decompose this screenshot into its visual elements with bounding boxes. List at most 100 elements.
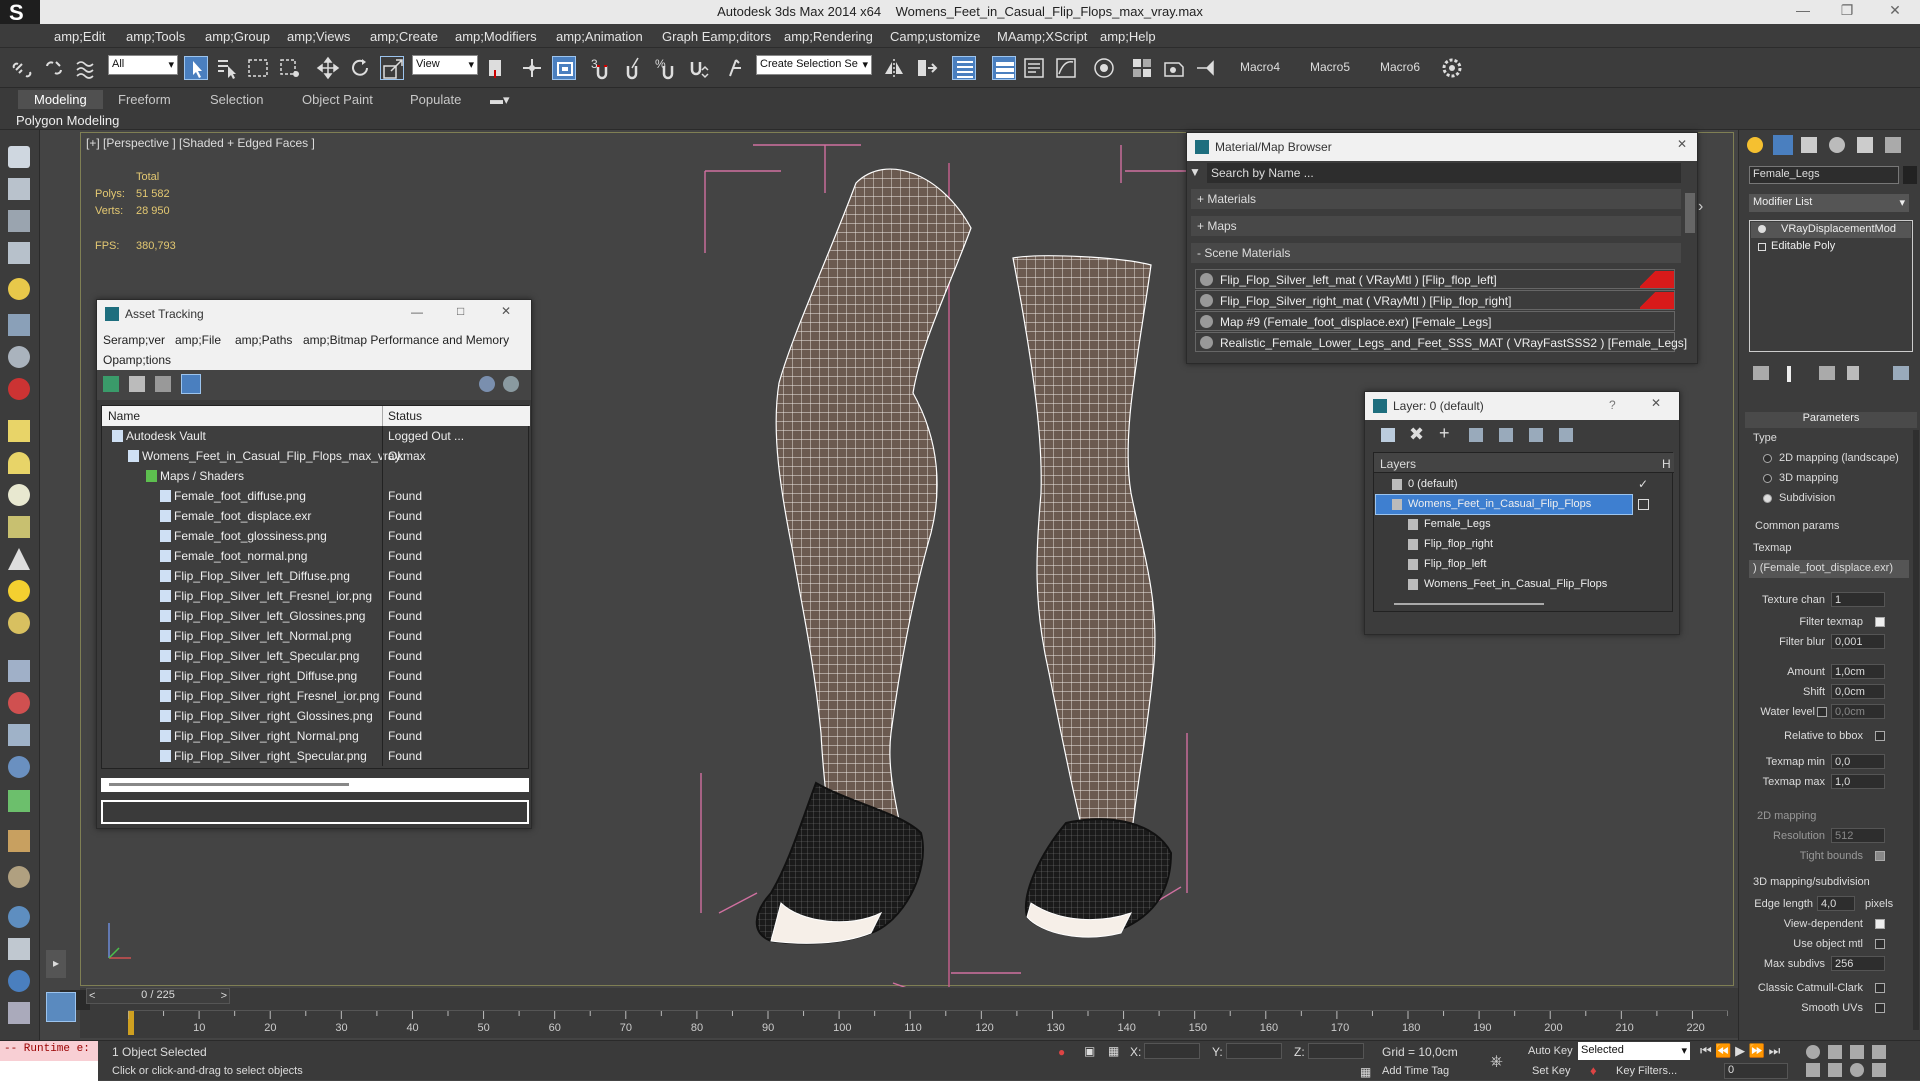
go-to-start-icon[interactable]: ⏮: [1700, 1043, 1712, 1058]
sun-icon[interactable]: [8, 580, 30, 602]
maximize-viewport-icon[interactable]: [1872, 1063, 1886, 1077]
radio-2d-mapping[interactable]: [1763, 454, 1772, 463]
polygon-modeling-label[interactable]: Polygon Modeling: [16, 113, 119, 128]
pivot-center-icon[interactable]: [484, 56, 508, 80]
scene-explorer-icon[interactable]: [952, 56, 976, 80]
hide-all-icon[interactable]: [1529, 428, 1543, 442]
table-row[interactable]: Female_foot_displace.exr Found: [102, 506, 530, 526]
scene-material-item[interactable]: Map #9 (Female_foot_displace.exr) [Femal…: [1195, 311, 1675, 331]
delete-layer-icon[interactable]: ✖: [1409, 424, 1424, 445]
zoom-extents-icon[interactable]: [1850, 1045, 1864, 1059]
tab-modeling[interactable]: Modeling: [18, 90, 103, 109]
radio-subdivision[interactable]: [1763, 494, 1772, 503]
zoom-all-icon[interactable]: [1828, 1045, 1842, 1059]
use-object-mtl-checkbox[interactable]: [1875, 939, 1885, 949]
material-search-input[interactable]: Search by Name ...: [1207, 163, 1681, 183]
highlight-selected-icon[interactable]: [1499, 428, 1513, 442]
link-icon[interactable]: [10, 56, 34, 80]
water-level-input[interactable]: 0,0cm: [1831, 704, 1885, 719]
vray-sphere-icon[interactable]: [8, 970, 30, 992]
snap-toggle-icon[interactable]: 3: [590, 56, 614, 80]
move-icon[interactable]: [316, 56, 340, 80]
pan-icon[interactable]: [1828, 1063, 1842, 1077]
table-row[interactable]: Flip_Flop_Silver_right_Normal.png Found: [102, 726, 530, 746]
cone-icon[interactable]: [8, 548, 30, 570]
radio-3d-mapping[interactable]: [1763, 474, 1772, 483]
set-key-icon[interactable]: ♦: [1590, 1063, 1597, 1078]
menu-modifiers[interactable]: amp;Modifiers: [455, 29, 537, 44]
menu-graph-editors[interactable]: Graph Eamp;ditors: [662, 29, 771, 44]
menu-bitmap-performance[interactable]: amp;Bitmap Performance and Memory: [303, 333, 509, 347]
angle-snap-icon[interactable]: [622, 56, 646, 80]
freeze-all-icon[interactable]: [1559, 428, 1573, 442]
column-name-header[interactable]: Name: [108, 409, 140, 423]
render-icon[interactable]: [8, 378, 30, 400]
play-icon[interactable]: ▶: [1735, 1043, 1745, 1058]
configure-sets-icon[interactable]: [1893, 366, 1909, 380]
render-production-icon[interactable]: [1194, 56, 1218, 80]
parameters-rollout[interactable]: Parameters: [1745, 412, 1917, 428]
table-view-icon[interactable]: [181, 374, 201, 394]
z-coordinate-field[interactable]: [1308, 1043, 1364, 1059]
maxscript-listener-input[interactable]: -- Runtime e:: [0, 1041, 98, 1061]
expand-icon[interactable]: [1758, 243, 1766, 251]
layer-scrollbar[interactable]: [1394, 603, 1544, 605]
tight-bounds-checkbox[interactable]: [1875, 851, 1885, 861]
table-row[interactable]: Maps / Shaders: [102, 466, 530, 486]
key-icon[interactable]: ⎈: [1490, 1053, 1503, 1071]
select-object-icon[interactable]: [184, 56, 208, 80]
group-scene-materials[interactable]: - Scene Materials: [1191, 243, 1681, 263]
stack-item-editable-poly[interactable]: Editable Poly: [1751, 239, 1911, 255]
scale-icon[interactable]: [380, 56, 404, 80]
scene-material-item[interactable]: Flip_Flop_Silver_left_mat ( VRayMtl ) [F…: [1195, 269, 1675, 289]
camera-icon[interactable]: [8, 314, 30, 336]
object-color-swatch[interactable]: [1903, 166, 1917, 184]
time-slider-prev-icon[interactable]: <: [89, 990, 95, 1002]
layer-row[interactable]: Female_Legs: [1374, 515, 1674, 535]
column-status-header[interactable]: Status: [388, 409, 422, 423]
next-frame-icon[interactable]: ⏩: [1749, 1043, 1765, 1058]
key-mode-dropdown[interactable]: Selected ▾: [1578, 1042, 1690, 1060]
motion-tab-icon[interactable]: [1829, 137, 1845, 153]
menu-file[interactable]: amp;File: [175, 333, 221, 347]
globe-icon[interactable]: [8, 756, 30, 778]
skin-icon[interactable]: [8, 866, 30, 888]
align-icon[interactable]: [914, 56, 938, 80]
show-end-result-icon[interactable]: [1787, 366, 1791, 382]
current-frame-field[interactable]: 0: [1724, 1063, 1788, 1079]
sphere-icon[interactable]: [8, 484, 30, 506]
pin-stack-icon[interactable]: [1753, 366, 1769, 380]
smooth-uvs-checkbox[interactable]: [1875, 1003, 1885, 1013]
orbit-icon[interactable]: [1850, 1063, 1864, 1077]
render-setup-icon[interactable]: [1162, 56, 1186, 80]
browser-expand-arrow-icon[interactable]: ›: [1698, 198, 1712, 220]
gear-icon[interactable]: [1440, 56, 1464, 80]
filter-texmap-checkbox[interactable]: [1875, 617, 1885, 627]
material-editor-icon[interactable]: [1130, 56, 1154, 80]
torus-icon[interactable]: [8, 612, 30, 634]
list-view-icon[interactable]: [129, 376, 145, 392]
list-icon[interactable]: [8, 210, 30, 232]
asset-path-field[interactable]: [101, 800, 529, 824]
close-icon[interactable]: ✕: [501, 304, 511, 318]
rect-selection-icon[interactable]: [246, 56, 270, 80]
hf-icon[interactable]: [8, 830, 30, 852]
material-browser-titlebar[interactable]: Material/Map Browser ✕: [1187, 133, 1697, 161]
vray-proxy-icon[interactable]: [8, 1002, 30, 1024]
set-key-button[interactable]: Set Key: [1532, 1065, 1571, 1077]
horizontal-scrollbar[interactable]: [101, 778, 529, 792]
help-icon[interactable]: [479, 376, 495, 392]
column-hide-header[interactable]: H: [1662, 457, 1671, 471]
menu-options[interactable]: Opamp;tions: [103, 353, 171, 367]
column-layers-header[interactable]: Layers: [1380, 457, 1416, 471]
grid-icon[interactable]: [8, 242, 30, 264]
menu-group[interactable]: amp;Group: [205, 29, 270, 44]
make-unique-icon[interactable]: [1819, 366, 1835, 380]
browser-options-icon[interactable]: ▼: [1189, 165, 1203, 179]
reference-coordinate-dropdown[interactable]: View ▾: [412, 55, 478, 75]
layer-row[interactable]: Flip_flop_left: [1374, 555, 1674, 575]
macro5-button[interactable]: Macro5: [1310, 60, 1350, 74]
utilities-tab-icon[interactable]: [1885, 137, 1901, 153]
asset-tracking-titlebar[interactable]: Asset Tracking — □ ✕: [97, 300, 531, 328]
sound-icon[interactable]: [8, 346, 30, 368]
